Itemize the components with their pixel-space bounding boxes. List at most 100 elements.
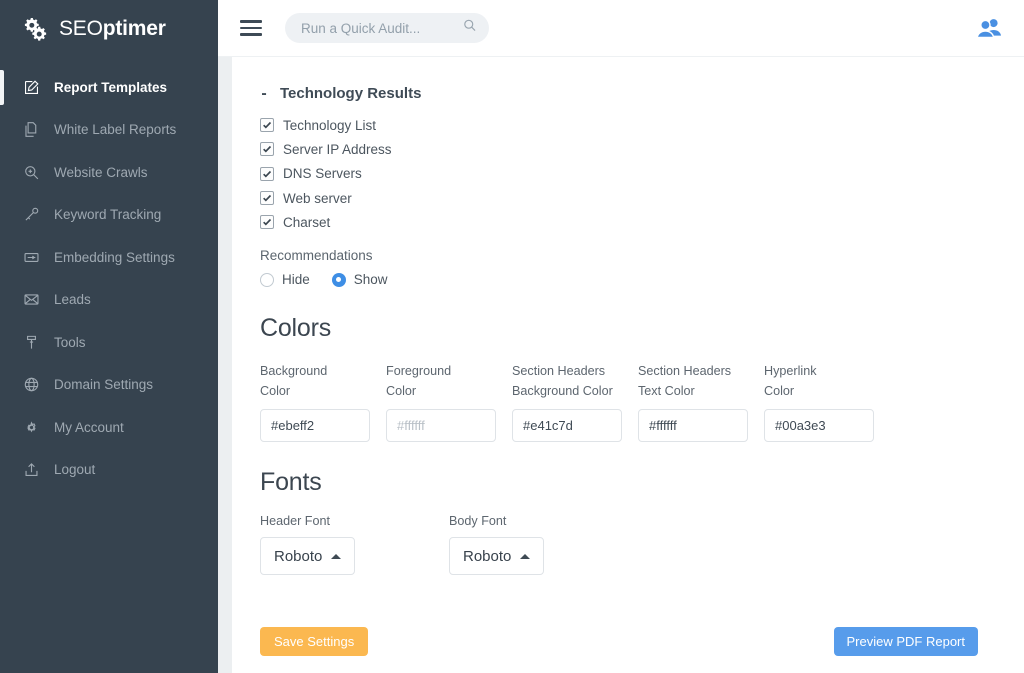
color-field-foreground-color: Foreground Color	[386, 361, 512, 442]
brand-logo[interactable]: SEOptimer	[0, 0, 218, 58]
sidebar: SEOptimer Report Templates White Label R…	[0, 0, 218, 673]
wrench-icon	[22, 333, 40, 351]
sidebar-item-label: Tools	[54, 335, 86, 350]
top-bar	[218, 0, 1024, 57]
sidebar-item-label: Embedding Settings	[54, 250, 175, 265]
sidebar-item-label: Report Templates	[54, 80, 167, 95]
checkbox-label: Charset	[283, 215, 330, 230]
main-pane: - Technology Results Technology List Ser…	[218, 0, 1024, 673]
settings-content: - Technology Results Technology List Ser…	[232, 57, 1024, 673]
caret-up-icon	[331, 554, 341, 559]
header-font-select[interactable]: Roboto	[260, 537, 355, 575]
section-headers-background-color-input[interactable]	[512, 409, 622, 442]
font-selects-row: Header Font Roboto Body Font Roboto	[260, 514, 994, 575]
sidebar-item-embedding-settings[interactable]: Embedding Settings	[0, 236, 218, 279]
checkbox-label: Web server	[283, 191, 352, 206]
gears-logo-icon	[20, 14, 50, 44]
checkbox-web-server[interactable]: Web server	[260, 186, 994, 210]
color-field-hyperlink-color: Hyperlink Color	[764, 361, 890, 442]
checkbox-checked-icon[interactable]	[260, 118, 274, 132]
envelope-icon	[22, 291, 40, 309]
field-label: Header Font	[260, 514, 449, 528]
hyperlink-color-input[interactable]	[764, 409, 874, 442]
color-field-section-headers-text-color: Section Headers Text Color	[638, 361, 764, 442]
field-label: Section Headers Text Color	[638, 361, 764, 401]
checkbox-dns-servers[interactable]: DNS Servers	[260, 162, 994, 186]
search-plus-icon	[22, 163, 40, 181]
brand-name: SEOptimer	[59, 17, 166, 41]
radio-show[interactable]: Show	[332, 272, 388, 287]
font-field-header-font: Header Font Roboto	[260, 514, 449, 575]
recommendations-radio-group: Hide Show	[260, 272, 994, 287]
sidebar-item-report-templates[interactable]: Report Templates	[0, 66, 218, 109]
sidebar-item-my-account[interactable]: My Account	[0, 406, 218, 449]
checkbox-server-ip-address[interactable]: Server IP Address	[260, 137, 994, 161]
sidebar-item-keyword-tracking[interactable]: Keyword Tracking	[0, 194, 218, 237]
caret-up-icon	[520, 554, 530, 559]
font-field-body-font: Body Font Roboto	[449, 514, 638, 575]
quick-audit-search	[285, 13, 489, 43]
background-color-input[interactable]	[260, 409, 370, 442]
sidebar-item-label: Domain Settings	[54, 377, 153, 392]
radio-hide[interactable]: Hide	[260, 272, 310, 287]
edit-square-icon	[22, 78, 40, 96]
color-field-background-color: Background Color	[260, 361, 386, 442]
logout-upload-icon	[22, 461, 40, 479]
collapse-toggle-icon[interactable]: -	[260, 86, 268, 102]
radio-selected-icon[interactable]	[332, 273, 346, 287]
field-label: Body Font	[449, 514, 638, 528]
sidebar-item-label: Logout	[54, 462, 95, 477]
save-settings-button[interactable]: Save Settings	[260, 627, 368, 656]
color-field-section-headers-background-color: Section Headers Background Color	[512, 361, 638, 442]
embed-box-icon	[22, 248, 40, 266]
color-fields-grid: Background Color Foreground Color Sectio…	[260, 361, 994, 442]
radio-label: Hide	[282, 272, 310, 287]
copy-documents-icon	[22, 121, 40, 139]
section-title: Technology Results	[280, 85, 421, 102]
field-label: Hyperlink Color	[764, 361, 890, 401]
body-font-value: Roboto	[463, 548, 511, 565]
checkbox-checked-icon[interactable]	[260, 191, 274, 205]
users-people-icon[interactable]	[976, 17, 1002, 39]
checkbox-checked-icon[interactable]	[260, 215, 274, 229]
globe-icon	[22, 376, 40, 394]
search-input[interactable]	[285, 13, 489, 43]
sidebar-item-logout[interactable]: Logout	[0, 449, 218, 492]
checkbox-label: DNS Servers	[283, 166, 362, 181]
radio-unselected-icon[interactable]	[260, 273, 274, 287]
content-scrollbar[interactable]	[218, 57, 232, 673]
sidebar-item-label: White Label Reports	[54, 122, 176, 137]
checkbox-label: Technology List	[283, 118, 376, 133]
app-root: SEOptimer Report Templates White Label R…	[0, 0, 1024, 673]
foreground-color-input[interactable]	[386, 409, 496, 442]
hamburger-icon[interactable]	[240, 20, 262, 36]
body-font-select[interactable]: Roboto	[449, 537, 544, 575]
checkbox-checked-icon[interactable]	[260, 142, 274, 156]
sidebar-item-white-label-reports[interactable]: White Label Reports	[0, 109, 218, 152]
sidebar-nav: Report Templates White Label Reports Web…	[0, 66, 218, 491]
key-icon	[22, 206, 40, 224]
fonts-heading: Fonts	[260, 468, 994, 497]
header-font-value: Roboto	[274, 548, 322, 565]
sidebar-item-leads[interactable]: Leads	[0, 279, 218, 322]
preview-pdf-report-button[interactable]: Preview PDF Report	[834, 627, 978, 656]
sidebar-item-website-crawls[interactable]: Website Crawls	[0, 151, 218, 194]
field-label: Section Headers Background Color	[512, 361, 638, 401]
sidebar-item-label: Website Crawls	[54, 165, 148, 180]
section-header-technology-results[interactable]: - Technology Results	[260, 85, 994, 102]
section-headers-text-color-input[interactable]	[638, 409, 748, 442]
technology-checkbox-group: Technology List Server IP Address DNS Se…	[260, 113, 994, 234]
field-label: Background Color	[260, 361, 386, 401]
checkbox-label: Server IP Address	[283, 142, 392, 157]
field-label: Foreground Color	[386, 361, 512, 401]
sidebar-item-label: Leads	[54, 292, 91, 307]
checkbox-technology-list[interactable]: Technology List	[260, 113, 994, 137]
gear-icon	[22, 418, 40, 436]
checkbox-checked-icon[interactable]	[260, 167, 274, 181]
checkbox-charset[interactable]: Charset	[260, 210, 994, 234]
colors-heading: Colors	[260, 314, 994, 343]
sidebar-item-domain-settings[interactable]: Domain Settings	[0, 364, 218, 407]
sidebar-item-label: My Account	[54, 420, 124, 435]
radio-label: Show	[354, 272, 388, 287]
sidebar-item-tools[interactable]: Tools	[0, 321, 218, 364]
